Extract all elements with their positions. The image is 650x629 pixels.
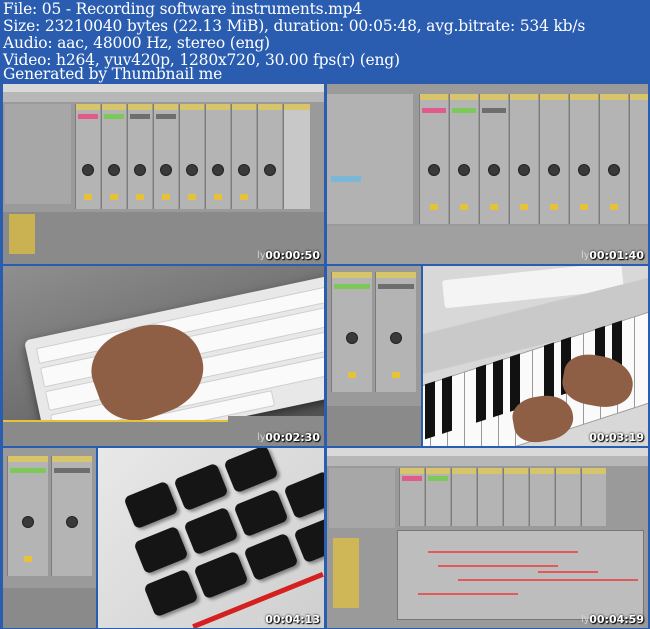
thumbnail-6[interactable]: lyn 00:04:59 [327, 448, 648, 628]
drum-pads-photo [98, 448, 324, 628]
timestamp: 00:04:59 [589, 613, 644, 626]
track-column [449, 94, 478, 224]
audio-line: Audio: aac, 48000 Hz, stereo (eng) [3, 34, 270, 52]
menu-bar [3, 84, 324, 92]
menu-bar [327, 448, 648, 456]
info-header: File: 05 - Recording software instrument… [0, 0, 650, 84]
track-column [509, 94, 538, 224]
track-column [375, 272, 416, 392]
timestamp: 00:01:40 [589, 249, 644, 262]
track-column [127, 104, 152, 209]
thumbnail-3[interactable]: lyn 00:02:30 [3, 266, 324, 446]
track-column [7, 456, 48, 576]
track-column [555, 468, 580, 526]
daw-inset [3, 448, 96, 628]
track-column [479, 94, 508, 224]
piano-roll [397, 530, 644, 620]
device-panel [3, 588, 96, 628]
size-line: Size: 23210040 bytes (22.13 MiB), durati… [3, 17, 586, 35]
timestamp: 00:03:19 [589, 431, 644, 444]
file-name-line: File: 05 - Recording software instrument… [3, 0, 363, 18]
thumbnail-1[interactable]: lyn 00:00:50 [3, 84, 324, 264]
timestamp: 00:02:30 [265, 431, 320, 444]
track-column [205, 104, 230, 209]
generator-line: Generated by Thumbnail me [3, 65, 223, 83]
track-column [399, 468, 424, 526]
title-bar [327, 456, 648, 466]
track-column [75, 104, 100, 209]
track-column [153, 104, 178, 209]
track-column [425, 468, 450, 526]
track-column [231, 104, 256, 209]
selected-item [331, 176, 361, 182]
master-track [283, 104, 310, 209]
device-chain [333, 538, 359, 608]
track-column [419, 94, 448, 224]
daw-screenshot [3, 448, 96, 628]
daw-screenshot [327, 266, 421, 446]
midi-keyboard-photo [423, 266, 648, 446]
device-chain [9, 214, 35, 254]
thumbnail-5[interactable]: lyn 00:04:13 [98, 448, 324, 628]
daw-inset [327, 266, 421, 446]
thumbnail-2[interactable]: lyn 00:01:40 [327, 84, 648, 264]
track-column [503, 468, 528, 526]
timestamp: 00:00:50 [265, 249, 320, 262]
track-column [529, 468, 554, 526]
daw-screenshot [3, 84, 324, 264]
daw-screenshot [327, 84, 648, 264]
title-bar [3, 92, 324, 102]
track-column [179, 104, 204, 209]
track-column [629, 94, 648, 224]
track-column [569, 94, 598, 224]
daw-screenshot [327, 448, 648, 628]
track-column [581, 468, 606, 526]
track-column [101, 104, 126, 209]
track-column [51, 456, 92, 576]
device-panel [327, 406, 421, 446]
track-column [331, 272, 372, 392]
track-column [477, 468, 502, 526]
track-column [599, 94, 628, 224]
track-column [451, 468, 476, 526]
browser-panel [5, 104, 71, 204]
track-column [257, 104, 282, 209]
browser-panel [327, 94, 413, 224]
browser-panel [329, 468, 395, 528]
timestamp: 00:04:13 [265, 613, 320, 626]
thumbnail-4[interactable]: lyn 00:03:19 [423, 266, 648, 446]
track-column [539, 94, 568, 224]
